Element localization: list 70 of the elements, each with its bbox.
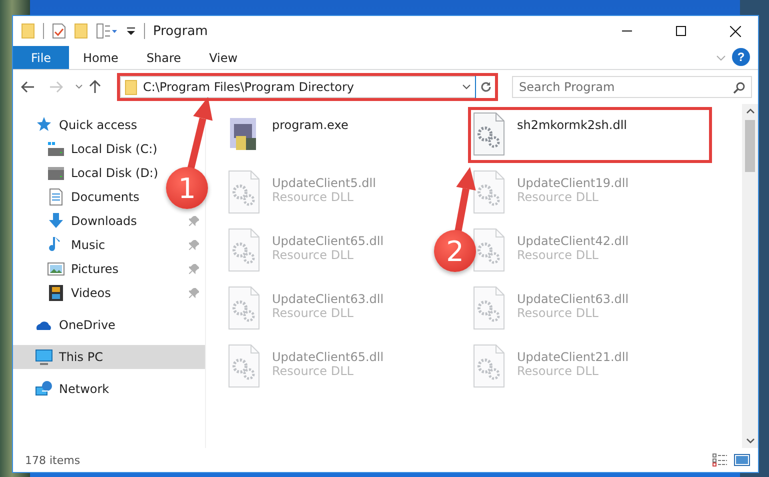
minimize-icon — [622, 30, 632, 32]
item-count: 178 items — [25, 454, 82, 466]
nav-item[interactable]: Quick access — [35, 116, 138, 134]
ribbon-tab[interactable]: File — [13, 46, 69, 69]
arrow — [454, 167, 476, 233]
back-button[interactable] — [21, 81, 35, 93]
search-icon — [733, 82, 745, 94]
search-field[interactable]: Search Program — [512, 76, 752, 98]
ribbon-tab[interactable]: View — [195, 46, 252, 69]
nav-item[interactable]: Local Disk (C:) — [47, 140, 158, 158]
videos-icon — [47, 284, 65, 302]
nav-item[interactable]: Downloads — [47, 212, 137, 230]
documents-icon — [47, 188, 65, 206]
close-icon — [730, 26, 740, 36]
settings-file-icon — [471, 286, 507, 330]
dropdown-icon[interactable] — [462, 84, 471, 90]
refresh-icon — [480, 81, 492, 93]
computer-icon — [35, 348, 53, 366]
ribbon-tab[interactable]: Share — [132, 46, 196, 69]
settings-file-icon — [471, 112, 507, 156]
forward-arrow-icon — [49, 81, 63, 93]
settings-file-icon — [226, 170, 262, 214]
folder-icon — [125, 80, 137, 94]
caret-icon — [75, 84, 83, 90]
help-button[interactable]: ? — [732, 48, 750, 66]
network-icon — [35, 380, 53, 398]
file-type: Resource DLL — [517, 190, 598, 204]
settings-file-icon — [471, 344, 507, 388]
address-bar[interactable]: C:\Program Files\Program Directory — [120, 76, 475, 98]
window-title: Program — [153, 24, 208, 38]
settings-file-icon — [226, 344, 262, 388]
maximize-icon — [676, 26, 686, 36]
file-type: Resource DLL — [517, 248, 598, 262]
settings-file-icon — [471, 170, 507, 214]
system-drive-icon — [47, 140, 65, 158]
details-view-icon[interactable] — [712, 453, 728, 467]
file-type: Resource DLL — [272, 306, 354, 320]
star-icon — [35, 116, 53, 134]
drive-icon — [47, 164, 65, 182]
nav-item[interactable]: Documents — [47, 188, 140, 206]
downloads-icon — [47, 212, 65, 230]
back-arrow-icon — [21, 81, 35, 93]
nav-item[interactable]: Network — [35, 380, 110, 398]
nav-item[interactable]: Music — [47, 236, 106, 254]
file-type: Resource DLL — [517, 306, 598, 320]
thumbnail-view-icon[interactable] — [734, 453, 750, 467]
layout-icon[interactable] — [96, 23, 118, 39]
address-path: C:\Program Files\Program Directory — [143, 80, 356, 94]
ribbon-tab[interactable]: Home — [69, 46, 132, 69]
nav-item[interactable]: Videos — [47, 284, 111, 302]
settings-file-icon — [226, 286, 262, 330]
nav-item[interactable]: Local Disk (D:) — [47, 164, 158, 182]
nav-item[interactable]: Pictures — [47, 260, 119, 278]
file-type: Resource DLL — [272, 248, 354, 262]
settings-file-icon — [226, 228, 262, 272]
pictures-icon — [47, 260, 65, 278]
recent-locations-button[interactable] — [75, 84, 83, 90]
up-arrow-icon — [89, 80, 101, 94]
up-button[interactable] — [89, 80, 101, 94]
customize-caret-icon[interactable] — [126, 25, 136, 37]
settings-file-icon — [471, 228, 507, 272]
properties-icon[interactable] — [52, 23, 66, 39]
file-type: Resource DLL — [272, 364, 354, 378]
file-name[interactable]: program.exe — [272, 118, 348, 132]
scrollbar[interactable] — [742, 104, 758, 448]
file-name[interactable]: sh2mkormk2sh.dll — [517, 118, 627, 132]
file-type: Resource DLL — [272, 190, 354, 204]
scroll-thumb[interactable] — [745, 120, 755, 172]
nav-item[interactable]: OneDrive — [35, 316, 116, 334]
file-type: Resource DLL — [517, 364, 598, 378]
